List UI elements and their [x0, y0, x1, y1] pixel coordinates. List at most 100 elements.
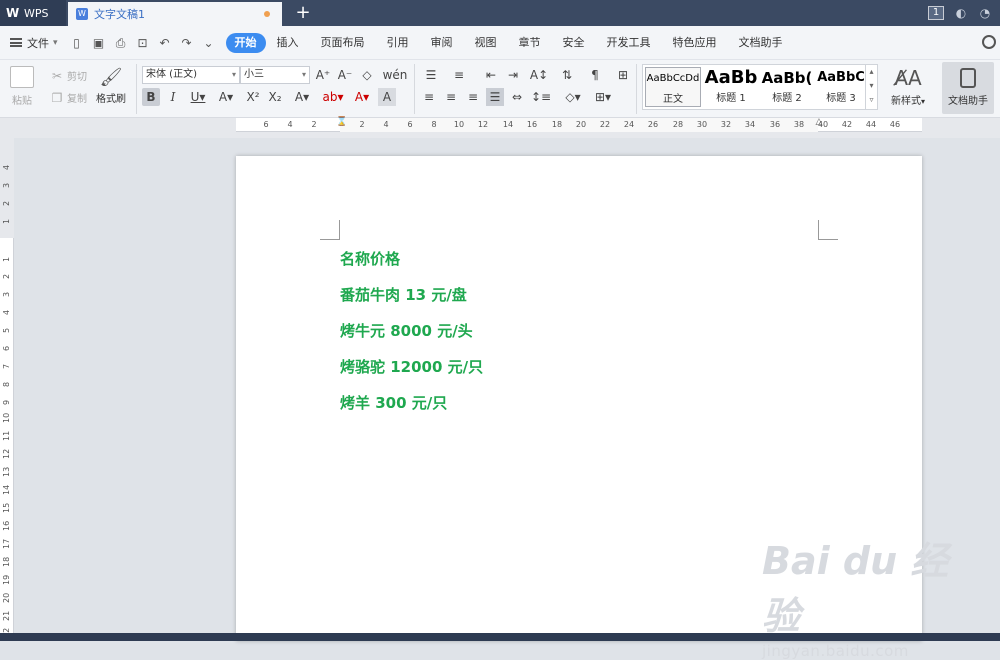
align-right-icon[interactable]: ≡ [464, 88, 482, 106]
justify-icon[interactable]: ☰ [486, 88, 504, 106]
bold-button[interactable]: B [142, 88, 160, 106]
document-line[interactable]: 番茄牛肉 13 元/盘 [340, 284, 467, 305]
italic-button[interactable]: I [164, 88, 182, 106]
bullet-list-icon[interactable]: ☰ [420, 66, 442, 84]
styles-gallery: AaBbCcDd 正文 AaBb 标题 1 AaBb( 标题 2 AaBbC 标… [642, 64, 878, 110]
font-name-select[interactable]: 宋体 (正文) ▾ [142, 66, 240, 84]
tab-insert[interactable]: 插入 [266, 33, 310, 53]
distribute-icon[interactable]: ⇔ [508, 88, 526, 106]
cut-button[interactable]: ✂ 剪切 [50, 68, 87, 84]
numbered-list-icon[interactable]: ≡ [448, 66, 470, 84]
new-doc-icon[interactable]: ▯ [70, 36, 84, 50]
style-heading-3[interactable]: AaBbC 标题 3 [813, 67, 869, 107]
font-color-button[interactable]: A▾ [350, 88, 374, 106]
style-sample: AaBbCcDd [646, 73, 700, 84]
highlight-button[interactable]: ab▾ [320, 88, 346, 106]
new-style-button[interactable]: A̸A 新样式▾ [886, 64, 930, 107]
tab-special-apps[interactable]: 特色应用 [662, 33, 728, 53]
file-menu[interactable]: 文件 ▾ [10, 35, 58, 51]
align-center-icon[interactable]: ≡ [442, 88, 460, 106]
style-normal[interactable]: AaBbCcDd 正文 [645, 67, 701, 107]
shading-icon[interactable]: ◇▾ [562, 88, 584, 106]
unsaved-indicator [264, 11, 270, 17]
right-indent-marker[interactable]: △ [815, 118, 823, 132]
tab-page-layout[interactable]: 页面布局 [310, 33, 376, 53]
decrease-font-icon[interactable]: A⁻ [336, 66, 354, 84]
skin-icon[interactable]: ◐ [954, 6, 968, 20]
decrease-indent-icon[interactable]: ⇤ [482, 66, 500, 84]
print-icon[interactable]: ⎙ [114, 36, 128, 50]
chevron-down-icon: ▾ [53, 37, 58, 48]
ruler-tick: 2 [2, 273, 11, 279]
align-left-icon[interactable]: ≡ [420, 88, 438, 106]
window-count-badge[interactable]: 1 [928, 6, 944, 20]
vertical-ruler[interactable]: 432112345678910111213141516171819202122 [0, 138, 14, 641]
customize-icon[interactable]: ⌄ [202, 36, 216, 50]
document-line[interactable]: 名称价格 [340, 248, 400, 269]
font-size-value: 小三 [244, 69, 264, 80]
tab-doc-assistant[interactable]: 文档助手 [728, 33, 794, 53]
tab-view[interactable]: 视图 [464, 33, 508, 53]
document-icon: W [76, 8, 88, 20]
search-icon[interactable] [982, 35, 996, 49]
styles-scroll[interactable]: ▴ ▾ ▿ [865, 65, 877, 109]
show-marks-icon[interactable]: ¶ [584, 66, 606, 84]
document-tab[interactable]: W 文字文稿1 [68, 2, 282, 26]
new-tab-button[interactable]: + [292, 2, 314, 24]
horizontal-ruler[interactable]: 6 4 2 2 4 6 8 10 12 14 16 18 20 22 24 26 28 30 32 34 36 38 40 4… [0, 118, 1000, 138]
tab-references[interactable]: 引用 [376, 33, 420, 53]
borders-icon[interactable]: ⊞▾ [592, 88, 614, 106]
file-menu-label: 文件 [27, 36, 49, 50]
increase-font-icon[interactable]: A⁺ [314, 66, 332, 84]
ruler-tick: 20 [575, 120, 587, 129]
print-preview-icon[interactable]: ⊡ [136, 36, 150, 50]
ruler-tick: 18 [2, 556, 11, 567]
titlebar-right: 1 ◐ ◔ [928, 0, 1000, 26]
table-icon[interactable]: ⊞ [614, 66, 632, 84]
undo-icon[interactable]: ↶ [158, 36, 172, 50]
increase-indent-icon[interactable]: ⇥ [504, 66, 522, 84]
ruler-tick: 32 [720, 120, 732, 129]
document-tab-label: 文字文稿1 [94, 8, 145, 21]
document-line[interactable]: 烤羊 300 元/只 [340, 392, 447, 413]
strikethrough-button[interactable]: A▾ [214, 88, 238, 106]
style-heading-1[interactable]: AaBb 标题 1 [703, 67, 759, 107]
style-heading-2[interactable]: AaBb( 标题 2 [759, 67, 815, 107]
clear-format-icon[interactable]: ◇ [358, 66, 376, 84]
tab-home[interactable]: 开始 [225, 32, 266, 53]
tab-developer[interactable]: 开发工具 [596, 33, 662, 53]
tab-chapter[interactable]: 章节 [508, 33, 552, 53]
tab-security[interactable]: 安全 [552, 33, 596, 53]
feedback-icon[interactable]: ◔ [978, 6, 992, 20]
paste-button[interactable]: 粘贴 [10, 66, 34, 107]
save-icon[interactable]: ▣ [92, 36, 106, 50]
line-spacing-icon[interactable]: ↕≡ [530, 88, 552, 106]
copy-icon: ❐ [51, 90, 63, 105]
style-sample: AaBb [704, 67, 758, 88]
text-direction-icon[interactable]: A↕ [528, 66, 550, 84]
document-line[interactable]: 烤牛元 8000 元/头 [340, 320, 473, 341]
ruler-tick: 4 [287, 120, 293, 129]
ruler-tick: 6 [263, 120, 269, 129]
tab-review[interactable]: 审阅 [420, 33, 464, 53]
ruler-tick: 42 [841, 120, 853, 129]
redo-icon[interactable]: ↷ [180, 36, 194, 50]
copy-button[interactable]: ❐ 复制 [50, 90, 87, 106]
text-effect-button[interactable]: A▾ [290, 88, 314, 106]
phonetic-guide-icon[interactable]: wén [382, 66, 408, 84]
indent-marker[interactable]: ⌛ [336, 118, 347, 132]
wps-home-tab[interactable]: W WPS [0, 0, 66, 26]
font-size-select[interactable]: 小三 ▾ [240, 66, 310, 84]
underline-button[interactable]: U▾ [186, 88, 210, 106]
format-painter-button[interactable]: 🖌 格式刷 [96, 66, 126, 105]
ruler-tick: 46 [889, 120, 901, 129]
ruler-tick: 6 [2, 345, 11, 351]
ruler-tick: 18 [551, 120, 563, 129]
char-shading-button[interactable]: A [378, 88, 396, 106]
superscript-button[interactable]: X² [244, 88, 262, 106]
sort-icon[interactable]: ⇅ [558, 66, 576, 84]
doc-assistant-button[interactable]: 文档助手 [942, 62, 994, 114]
subscript-button[interactable]: X₂ [266, 88, 284, 106]
document-line[interactable]: 烤骆驼 12000 元/只 [340, 356, 483, 377]
format-painter-label: 格式刷 [96, 94, 126, 105]
